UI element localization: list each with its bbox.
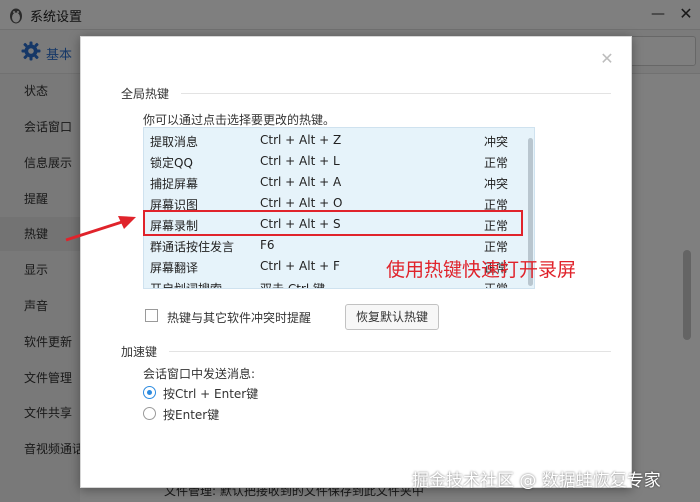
annotation-caption: 使用热键快速打开录屏	[386, 259, 577, 281]
radio-ctrl-enter[interactable]	[143, 386, 156, 399]
conflict-reminder-label: 热键与其它软件冲突时提醒	[167, 311, 312, 325]
hotkey-row[interactable]: 锁定QQ Ctrl + Alt + L 正常	[144, 151, 528, 172]
hotkey-status: 正常	[484, 240, 509, 254]
dialog-close-icon[interactable]: ✕	[599, 51, 615, 67]
annotation-arrow-icon	[65, 216, 136, 242]
hotkey-row[interactable]: 群通话按住发言 F6 正常	[144, 235, 528, 256]
hotkey-row[interactable]: 提取消息 Ctrl + Alt + Z 冲突	[144, 130, 528, 151]
hotkey-combo: F6	[260, 238, 275, 252]
conflict-reminder-checkbox[interactable]	[145, 309, 158, 322]
radio-ctrl-enter-label: 按Ctrl + Enter键	[163, 387, 259, 401]
section-divider	[169, 351, 611, 352]
global-hotkeys-title: 全局热键	[121, 87, 170, 101]
watermark: 掘金技术社区 @ 数据蛙恢复专家	[412, 471, 661, 491]
restore-default-hotkeys-button[interactable]: 恢复默认热键	[345, 304, 439, 330]
hotkey-status: 冲突	[484, 177, 509, 191]
annotation-highlight-box	[143, 210, 523, 236]
section-divider	[181, 93, 611, 94]
radio-enter-label: 按Enter键	[163, 408, 220, 422]
hotkey-combo: 双击 Ctrl 键	[260, 282, 325, 289]
radio-enter[interactable]	[143, 407, 156, 420]
hotkey-combo: Ctrl + Alt + Z	[260, 133, 342, 147]
hotkey-combo: Ctrl + Alt + L	[260, 154, 340, 168]
hotkey-name: 锁定QQ	[150, 156, 193, 170]
hotkey-name: 开启划词搜索	[150, 282, 223, 289]
hotkey-status: 正常	[484, 156, 509, 170]
global-hotkeys-description: 你可以通过点击选择要更改的热键。	[143, 113, 336, 127]
hotkey-combo: Ctrl + Alt + F	[260, 259, 340, 273]
hotkey-name: 提取消息	[150, 135, 199, 149]
hotkey-status: 冲突	[484, 135, 509, 149]
hotkey-name: 群通话按住发言	[150, 240, 235, 254]
hotkey-combo: Ctrl + Alt + A	[260, 175, 342, 189]
hotkey-name: 屏幕翻译	[150, 261, 199, 275]
hotkey-combo: Ctrl + Alt + O	[260, 196, 343, 210]
hotkey-row[interactable]: 捕捉屏幕 Ctrl + Alt + A 冲突	[144, 172, 528, 193]
hotkey-name: 捕捉屏幕	[150, 177, 199, 191]
accelerator-title: 加速键	[121, 345, 158, 359]
accelerator-description: 会话窗口中发送消息:	[143, 367, 256, 381]
